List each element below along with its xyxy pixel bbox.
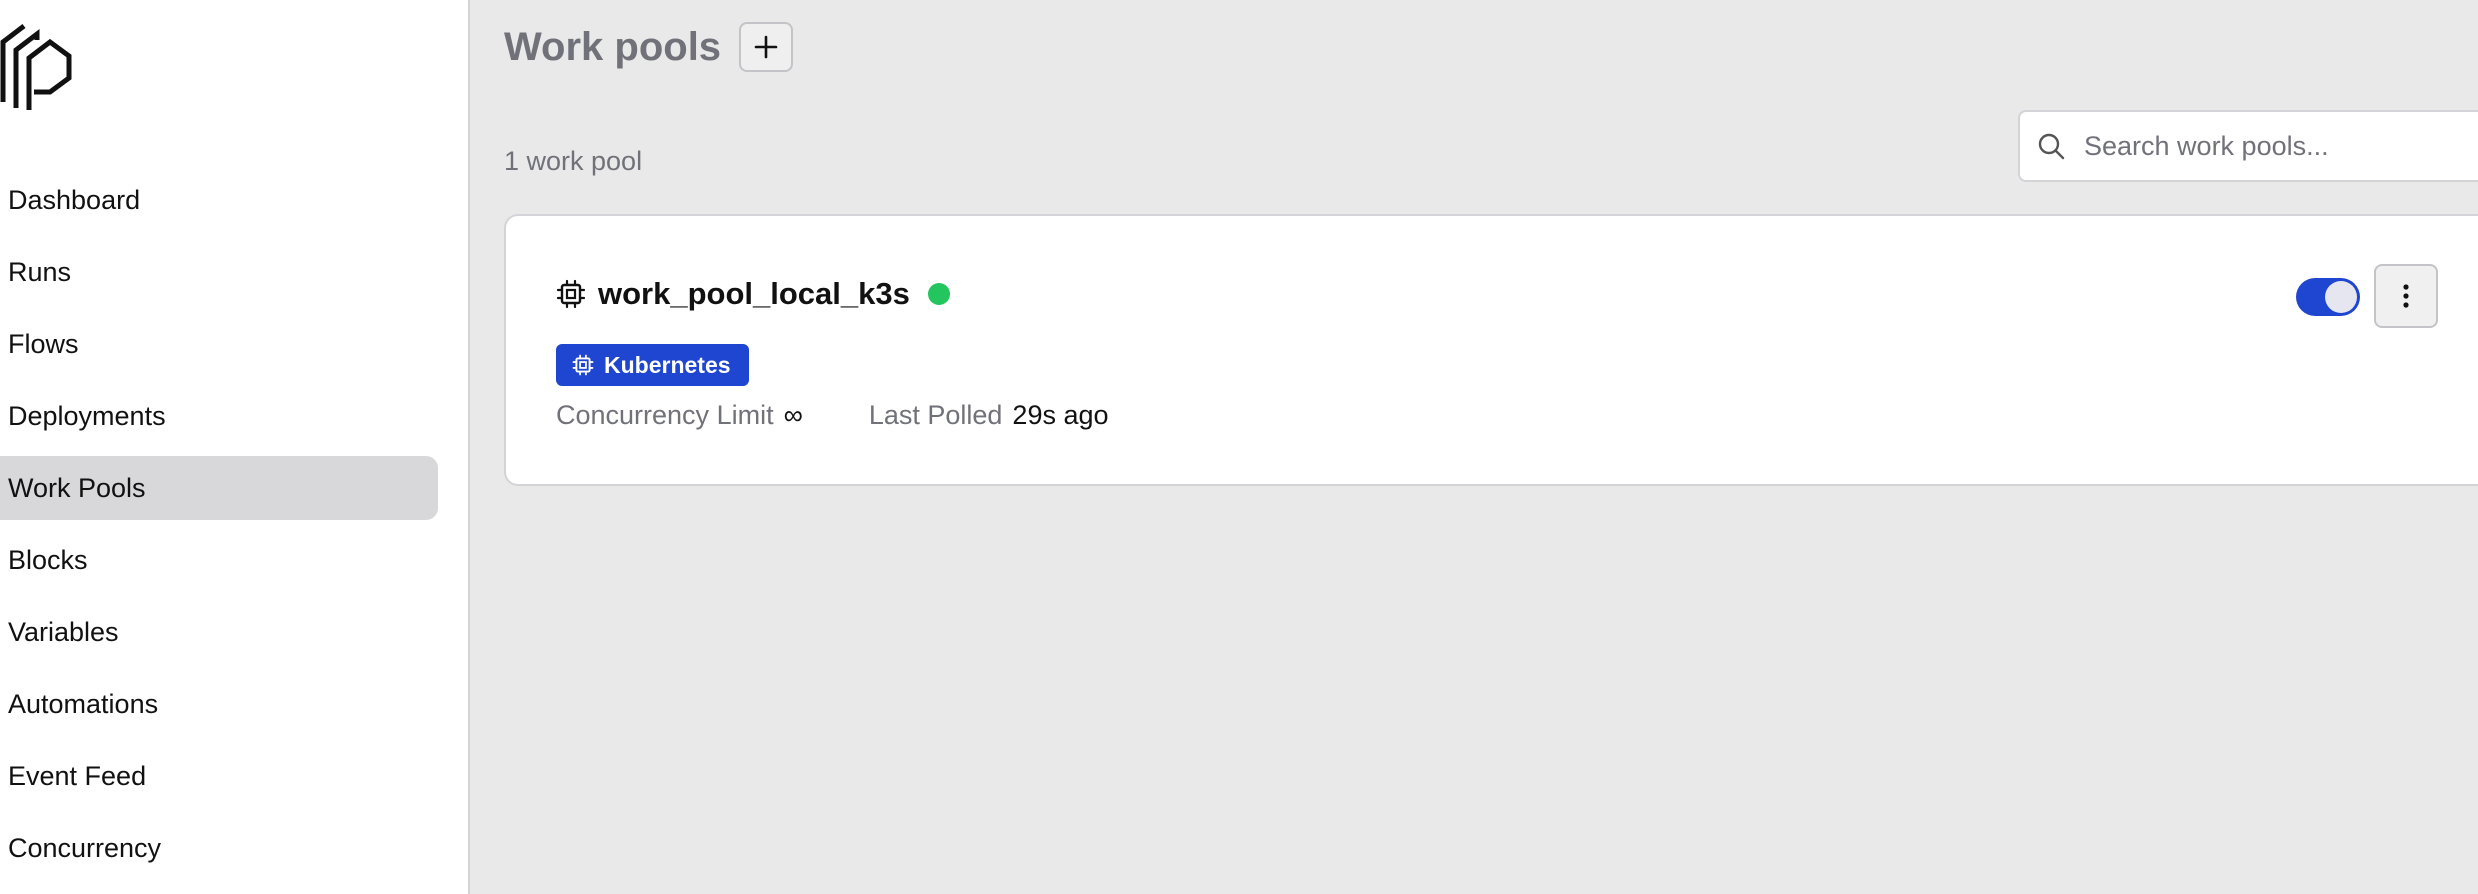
sidebar: Dashboard Runs Flows Deployments Work Po… [0, 0, 470, 894]
concurrency-limit-label: Concurrency Limit [556, 400, 774, 430]
last-polled-value: 29s ago [1012, 400, 1109, 430]
sidebar-item-automations[interactable]: Automations [0, 672, 438, 736]
sidebar-item-runs[interactable]: Runs [0, 240, 438, 304]
work-pool-name-link[interactable]: work_pool_local_k3s [598, 276, 910, 312]
add-work-pool-button[interactable] [739, 22, 794, 72]
main-content: Work pools 1 work pool Search work pools… [470, 0, 2478, 894]
work-pool-menu-button[interactable] [2374, 264, 2438, 328]
prefect-logo-icon[interactable] [0, 22, 72, 112]
sidebar-nav: Dashboard Runs Flows Deployments Work Po… [0, 168, 438, 888]
last-polled-label: Last Polled [868, 400, 1003, 430]
sidebar-item-flows[interactable]: Flows [0, 312, 438, 376]
sidebar-item-blocks[interactable]: Blocks [0, 528, 438, 592]
search-icon [2038, 133, 2065, 160]
work-pool-count: 1 work pool [504, 146, 643, 176]
work-pool-type-label: Kubernetes [604, 351, 731, 378]
work-pool-title-row: work_pool_local_k3s [556, 276, 950, 312]
page-header: Work pools [504, 22, 794, 72]
toggle-knob [2325, 281, 2357, 313]
work-pool-card: work_pool_local_k3s Kubernetes Concurren… [504, 214, 2478, 486]
sidebar-item-variables[interactable]: Variables [0, 600, 438, 664]
status-indicator [927, 283, 950, 305]
search-box[interactable] [2018, 110, 2478, 182]
work-pool-enabled-toggle[interactable] [2296, 278, 2360, 316]
search-input[interactable] [2082, 129, 2466, 163]
sidebar-item-dashboard[interactable]: Dashboard [0, 168, 438, 232]
sidebar-item-event-feed[interactable]: Event Feed [0, 744, 438, 808]
cpu-chip-icon [572, 354, 594, 376]
more-vertical-icon [2403, 284, 2409, 308]
page-title: Work pools [504, 24, 722, 69]
work-pool-type-badge: Kubernetes [556, 344, 749, 386]
sidebar-item-concurrency[interactable]: Concurrency [0, 816, 438, 880]
sidebar-item-work-pools[interactable]: Work Pools [0, 456, 438, 520]
plus-icon [754, 35, 778, 59]
sidebar-item-deployments[interactable]: Deployments [0, 384, 438, 448]
work-pool-meta: Concurrency Limit ∞ Last Polled 29s ago [556, 400, 1109, 431]
cpu-chip-icon [556, 279, 586, 309]
concurrency-limit-value: ∞ [783, 400, 803, 430]
